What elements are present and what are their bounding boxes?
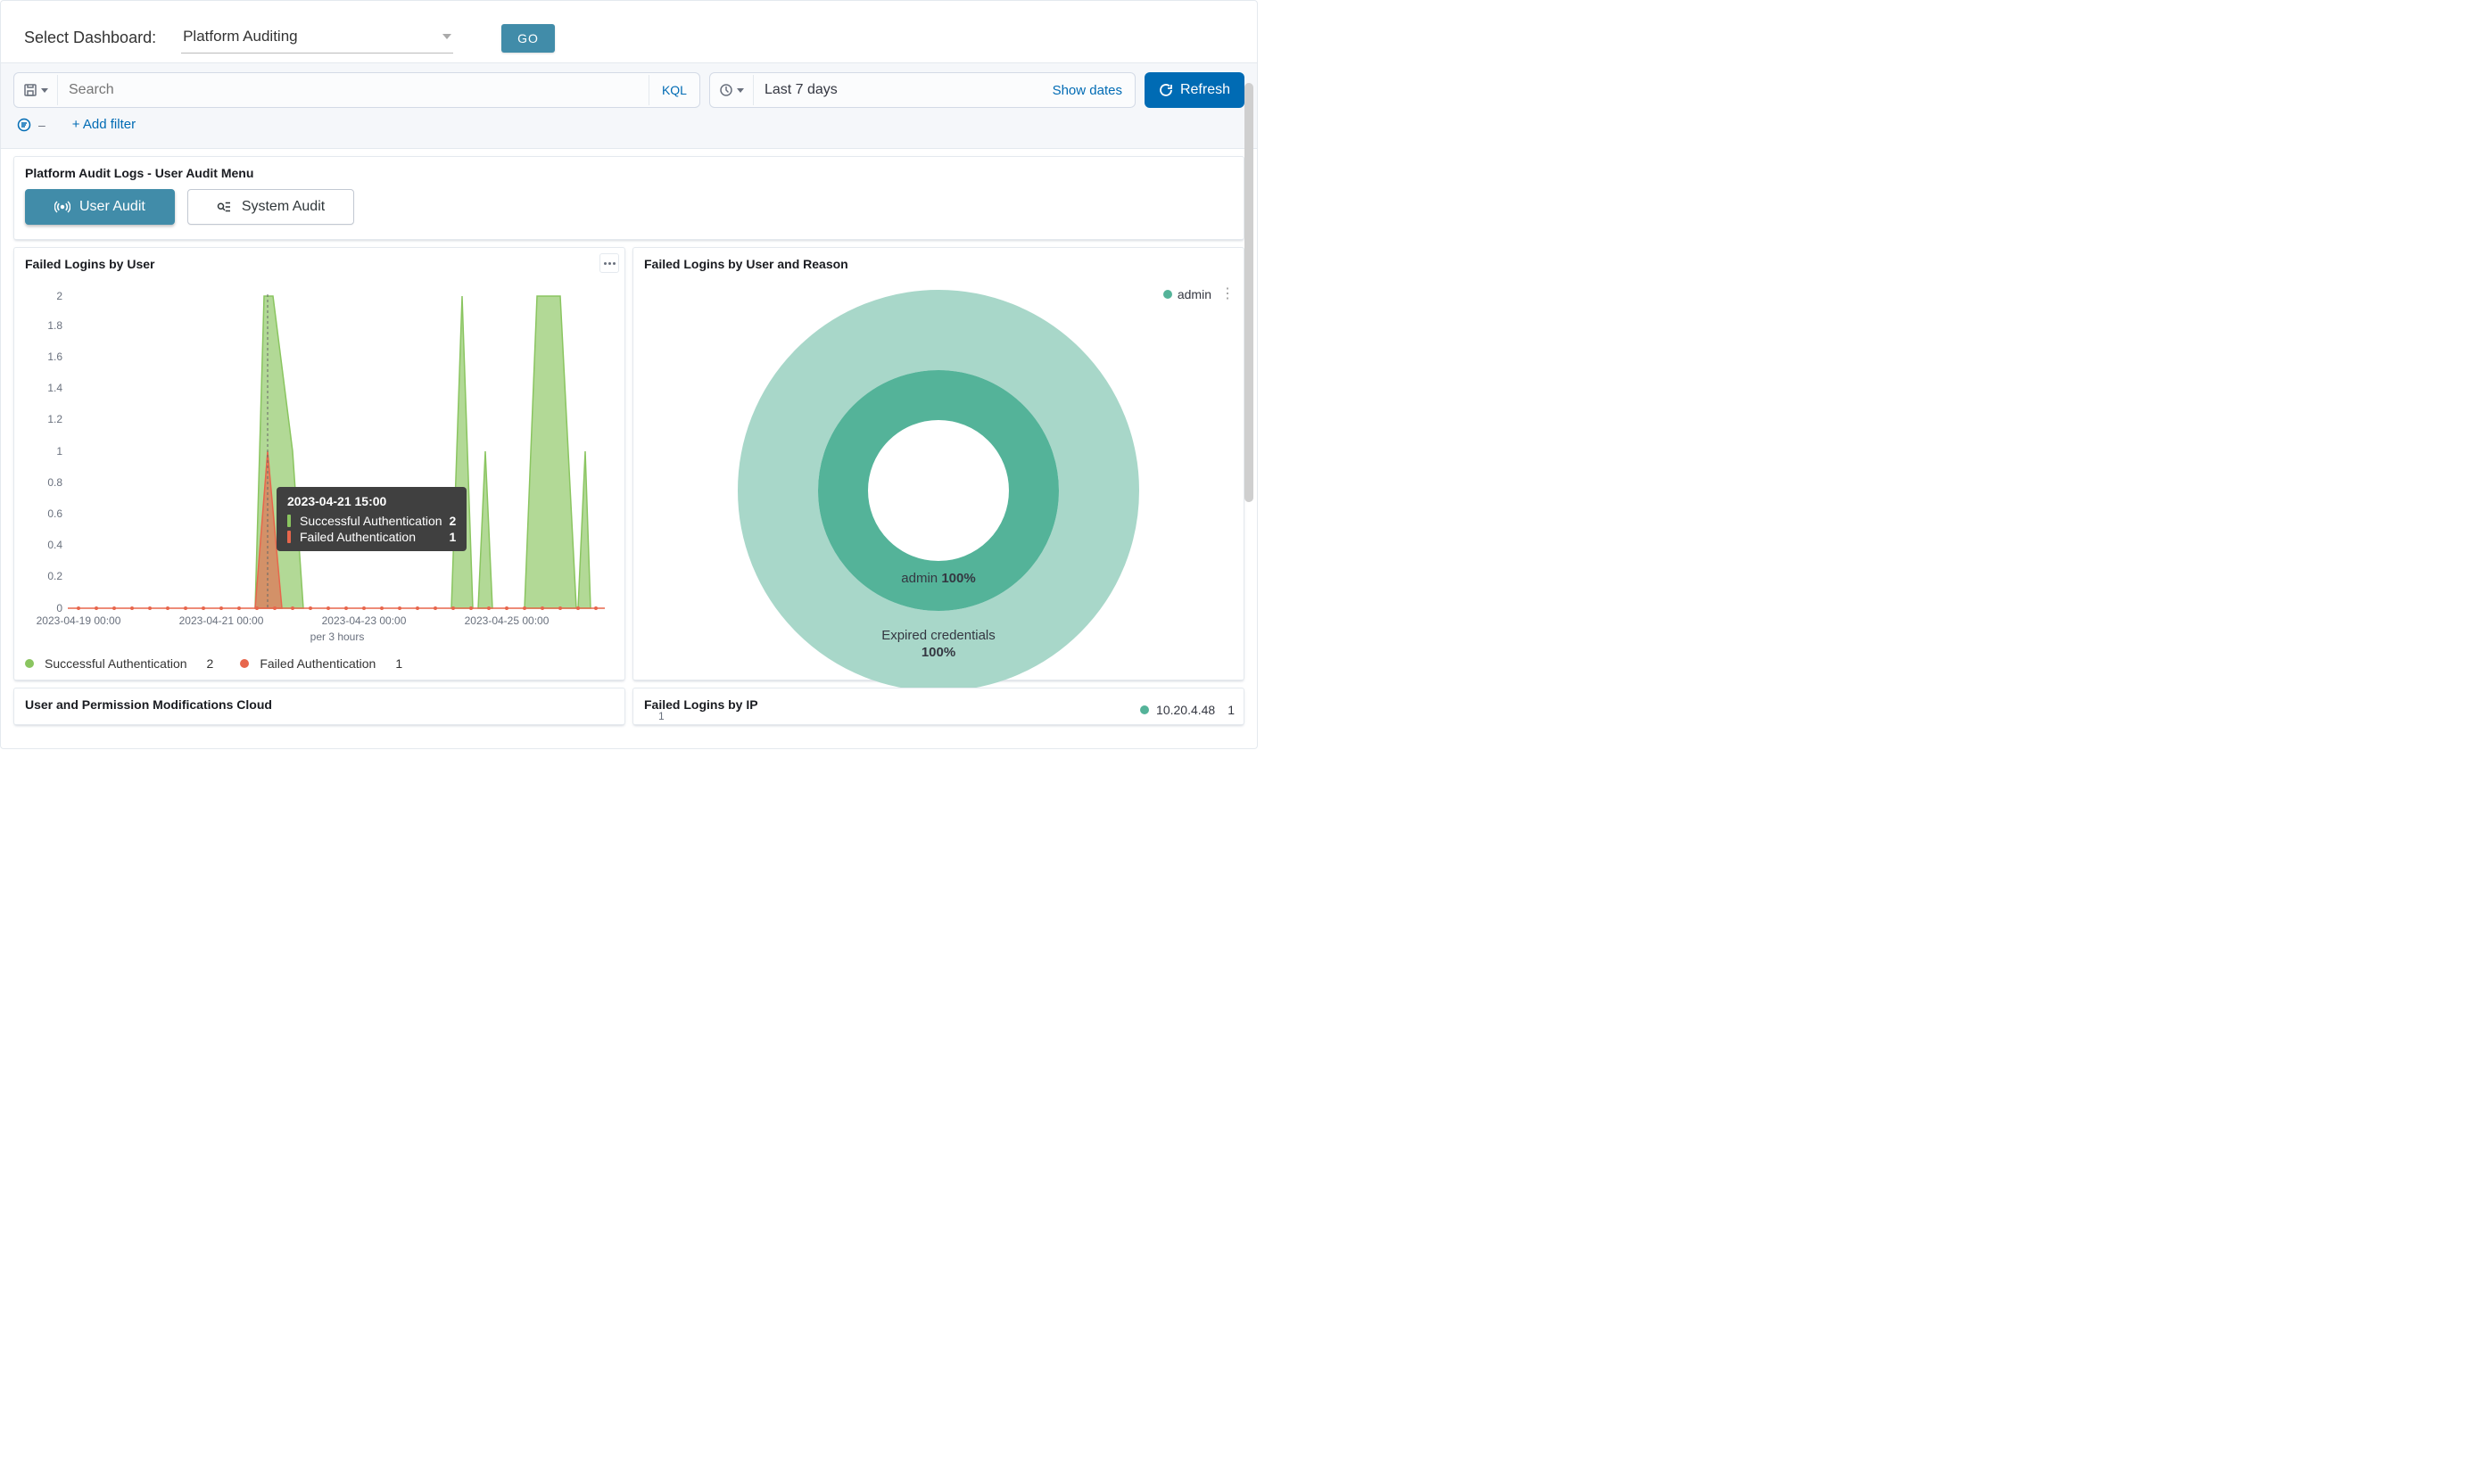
svg-text:2023-04-25 00:00: 2023-04-25 00:00 [465, 614, 550, 627]
svg-text:1.2: 1.2 [47, 413, 62, 425]
donut-chart[interactable]: admin 100% Expired credentials100% admin… [633, 280, 1244, 680]
svg-text:0.4: 0.4 [47, 539, 62, 551]
svg-text:2: 2 [56, 290, 62, 302]
ip-legend: 10.20.4.48 1 [1140, 703, 1235, 717]
line-chart-legend: Successful Authentication 2 Failed Authe… [14, 653, 624, 680]
chevron-down-icon [41, 88, 48, 93]
svg-text:2023-04-19 00:00: 2023-04-19 00:00 [37, 614, 121, 627]
panel-title: Failed Logins by User and Reason [633, 248, 1244, 280]
broadcast-icon [54, 199, 70, 215]
donut-legend: admin ⋮ [1163, 287, 1236, 301]
saved-queries-button[interactable] [14, 75, 58, 105]
disk-icon [23, 83, 37, 97]
add-filter-link[interactable]: + Add filter [72, 117, 136, 132]
filter-minus-text: – [38, 118, 45, 132]
system-audit-button[interactable]: System Audit [187, 189, 354, 225]
panel-failed-logins-by-user: Failed Logins by User 0 0.2 0.4 0.6 [13, 247, 625, 680]
panel-user-permission-modifications: User and Permission Modifications Cloud [13, 688, 625, 725]
legend-options-button[interactable]: ⋮ [1217, 287, 1236, 301]
y-tick: 1 [658, 710, 665, 722]
chart-tooltip: 2023-04-21 15:00 Successful Authenticati… [277, 487, 467, 551]
svg-text:2023-04-21 00:00: 2023-04-21 00:00 [179, 614, 264, 627]
panel-title: Platform Audit Logs - User Audit Menu [14, 157, 1244, 189]
donut-inner-label: admin 100% [633, 571, 1244, 588]
filter-expand-icon[interactable] [17, 118, 31, 132]
svg-text:0: 0 [56, 602, 62, 614]
svg-text:0.2: 0.2 [47, 570, 62, 582]
show-dates-link[interactable]: Show dates [1040, 83, 1135, 98]
date-range-text[interactable]: Last 7 days [754, 82, 1040, 98]
refresh-button[interactable]: Refresh [1145, 72, 1244, 108]
go-button[interactable]: GO [501, 24, 555, 53]
svg-text:1.4: 1.4 [47, 382, 62, 394]
panel-options-button[interactable] [599, 253, 619, 273]
svg-text:1.8: 1.8 [47, 319, 62, 332]
calendar-icon [719, 83, 733, 97]
failed-logins-line-chart[interactable]: 0 0.2 0.4 0.6 0.8 1 1.2 1.4 1.6 1.8 2 [25, 287, 614, 644]
legend-item-failed[interactable]: Failed Authentication 1 [240, 656, 402, 671]
refresh-icon [1159, 83, 1173, 97]
legend-item-success[interactable]: Successful Authentication 2 [25, 656, 213, 671]
chevron-down-icon [737, 88, 744, 93]
x-axis-label: per 3 hours [310, 631, 365, 643]
search-input[interactable] [58, 73, 649, 107]
dot-icon [1140, 705, 1149, 714]
dashboard-select[interactable]: Platform Auditing [181, 22, 453, 54]
dashboard-selector-row: Select Dashboard: Platform Auditing GO [1, 1, 1257, 62]
panel-user-audit-menu: Platform Audit Logs - User Audit Menu Us… [13, 156, 1244, 240]
svg-text:0.6: 0.6 [47, 507, 62, 520]
svg-text:1.6: 1.6 [47, 350, 62, 363]
dot-icon [1163, 290, 1172, 299]
user-audit-button[interactable]: User Audit [25, 189, 175, 225]
panel-failed-logins-by-user-and-reason: Failed Logins by User and Reason admin 1… [632, 247, 1244, 680]
list-search-icon [217, 199, 233, 215]
kql-toggle[interactable]: KQL [649, 75, 699, 105]
dashboard-page: Select Dashboard: Platform Auditing GO K… [0, 0, 1258, 749]
donut-outer-label: Expired credentials100% [633, 628, 1244, 662]
scroll-thumb[interactable] [1244, 83, 1253, 502]
select-dashboard-label: Select Dashboard: [24, 29, 156, 47]
calendar-button[interactable] [710, 75, 754, 105]
search-box: KQL [13, 72, 700, 108]
svg-text:1: 1 [56, 445, 62, 458]
scrollbar[interactable] [1244, 83, 1253, 502]
dashboard-selected-value: Platform Auditing [183, 28, 298, 45]
panel-failed-logins-by-ip: Failed Logins by IP 1 10.20.4.48 1 [632, 688, 1244, 725]
panel-title: User and Permission Modifications Cloud [14, 688, 624, 721]
svg-text:2023-04-23 00:00: 2023-04-23 00:00 [322, 614, 407, 627]
svg-text:0.8: 0.8 [47, 476, 62, 489]
date-picker: Last 7 days Show dates [709, 72, 1136, 108]
chevron-down-icon [442, 34, 451, 39]
panel-title: Failed Logins by User [14, 248, 624, 280]
query-bar: KQL Last 7 days Show dates Refresh – + A… [1, 62, 1257, 149]
